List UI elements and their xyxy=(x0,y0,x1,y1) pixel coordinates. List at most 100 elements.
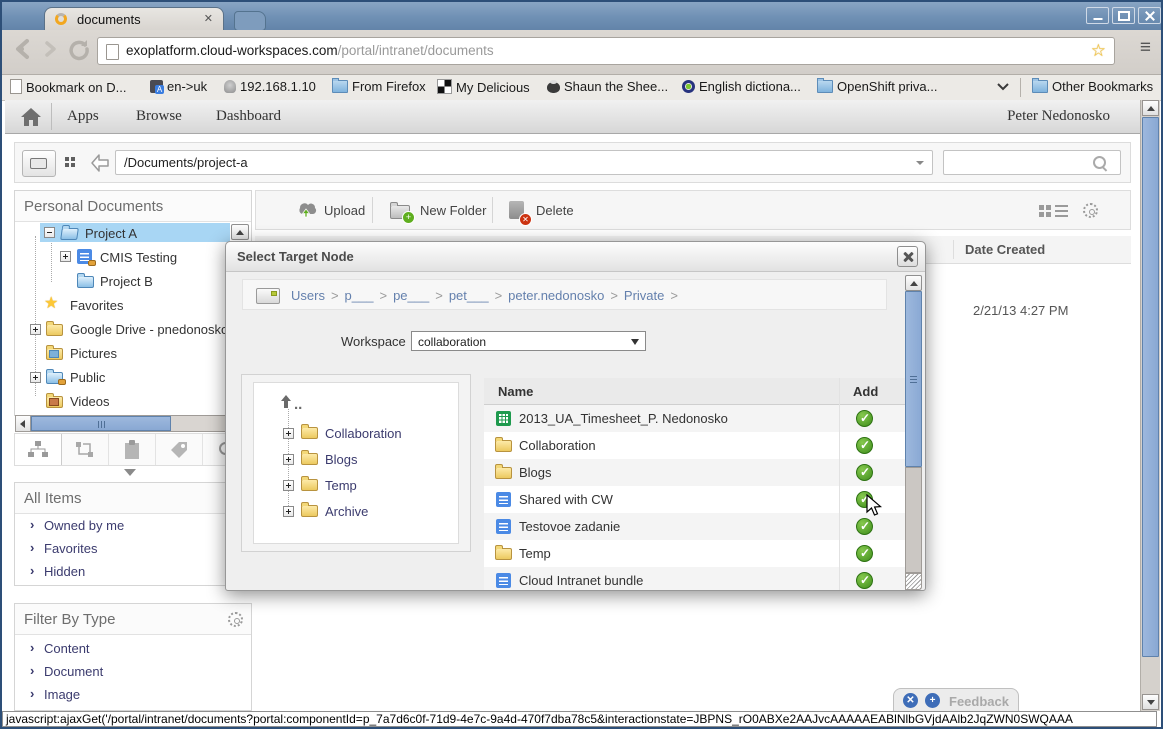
feedback-widget[interactable]: ✕ + Feedback xyxy=(893,688,1019,712)
table-row[interactable]: Cloud Intranet bundle xyxy=(484,567,907,591)
add-check-button[interactable] xyxy=(856,410,873,427)
bookmark-item[interactable]: English dictiona... xyxy=(682,79,801,96)
nav-item-dashboard[interactable]: Dashboard xyxy=(216,108,281,125)
window-close-button[interactable] xyxy=(1138,7,1161,24)
collapse-caret-icon[interactable] xyxy=(124,469,136,482)
back-arrow-icon[interactable] xyxy=(89,152,111,174)
plus-icon[interactable]: + xyxy=(925,693,940,708)
expand-icon[interactable] xyxy=(30,372,41,383)
bookmark-item[interactable]: My Delicious xyxy=(437,79,530,96)
chevron-down-icon[interactable] xyxy=(997,83,1009,91)
table-row[interactable]: Shared with CW xyxy=(484,486,907,513)
panel-header[interactable]: Personal Documents xyxy=(15,191,251,222)
back-button-icon[interactable] xyxy=(10,36,36,62)
bookmark-item[interactable]: From Firefox xyxy=(332,79,426,96)
tree-scroll-up-button[interactable] xyxy=(231,224,249,240)
thumbnail-view-icon[interactable] xyxy=(1039,205,1044,210)
browser-scrollbar[interactable] xyxy=(1140,100,1160,711)
link-image[interactable]: Image xyxy=(44,687,80,702)
view-mode-button[interactable] xyxy=(22,150,56,177)
breadcrumb-private[interactable]: Private xyxy=(624,288,664,303)
chevron-down-icon[interactable] xyxy=(916,161,924,169)
bookmark-item[interactable]: OpenShift priva... xyxy=(817,79,937,96)
breadcrumb-pet[interactable]: pet___ xyxy=(449,288,489,303)
table-row[interactable]: 2013_UA_Timesheet_P. Nedonosko xyxy=(484,405,907,432)
breadcrumb-p[interactable]: p___ xyxy=(345,288,374,303)
expand-icon[interactable] xyxy=(30,324,41,335)
home-button[interactable] xyxy=(13,103,52,130)
menu-hamburger-icon[interactable]: ≡ xyxy=(1140,38,1151,58)
link-hidden[interactable]: Hidden xyxy=(44,564,85,579)
arrow-left-icon[interactable] xyxy=(16,416,31,431)
tab-clipboard[interactable] xyxy=(109,434,156,465)
expand-icon[interactable] xyxy=(283,506,294,517)
path-address-combo[interactable]: /Documents/project-a xyxy=(115,150,933,175)
add-check-button[interactable] xyxy=(856,464,873,481)
expand-icon[interactable] xyxy=(283,454,294,465)
nav-item-apps[interactable]: Apps xyxy=(67,108,99,125)
dialog-titlebar[interactable]: Select Target Node xyxy=(226,242,925,272)
list-view-icon[interactable] xyxy=(1055,205,1068,207)
link-owned-by-me[interactable]: Owned by me xyxy=(44,518,124,533)
scrollbar-thumb[interactable] xyxy=(905,291,922,467)
link-favorites[interactable]: Favorites xyxy=(44,541,97,556)
table-row[interactable]: Testovoe zadanie xyxy=(484,513,907,540)
link-document[interactable]: Document xyxy=(44,664,103,679)
bookmark-star-icon[interactable]: ☆ xyxy=(1091,41,1106,61)
up-level-icon[interactable] xyxy=(280,395,292,409)
add-check-button[interactable] xyxy=(856,518,873,535)
panel-header[interactable]: All Items xyxy=(15,483,251,514)
breadcrumb-users[interactable]: Users xyxy=(291,288,325,303)
gear-icon[interactable] xyxy=(1083,203,1098,218)
nav-item-browse[interactable]: Browse xyxy=(136,108,182,125)
grid-view-icon[interactable] xyxy=(65,157,69,161)
panel-header[interactable]: Filter By Type xyxy=(15,604,251,635)
table-row[interactable]: Collaboration xyxy=(484,432,907,459)
link-content[interactable]: Content xyxy=(44,641,90,656)
dialog-close-button[interactable] xyxy=(897,246,918,267)
reload-button-icon[interactable] xyxy=(66,36,92,62)
gear-icon[interactable] xyxy=(228,612,243,627)
forward-button-icon[interactable] xyxy=(40,36,62,62)
breadcrumb-pe[interactable]: pe___ xyxy=(393,288,429,303)
tree-horizontal-scrollbar[interactable] xyxy=(15,415,237,432)
column-header-date-created[interactable]: Date Created xyxy=(965,242,1045,257)
other-bookmarks[interactable]: Other Bookmarks xyxy=(1032,79,1153,96)
bookmark-item[interactable]: Shaun the Shee... xyxy=(547,79,668,96)
scroll-up-button[interactable] xyxy=(1142,100,1159,116)
scrollbar-thumb[interactable] xyxy=(1142,117,1159,657)
scroll-up-button[interactable] xyxy=(905,275,922,291)
add-check-button[interactable] xyxy=(856,437,873,454)
tab-close-icon[interactable]: ✕ xyxy=(204,12,213,25)
close-icon[interactable]: ✕ xyxy=(903,693,918,708)
dialog-scrollbar[interactable] xyxy=(905,275,922,590)
search-box[interactable] xyxy=(943,150,1121,175)
add-check-button[interactable] xyxy=(856,572,873,589)
search-icon[interactable] xyxy=(1093,156,1106,169)
scrollbar-thumb[interactable] xyxy=(31,416,171,431)
expand-icon[interactable] xyxy=(283,480,294,491)
tab-relations[interactable] xyxy=(62,434,109,465)
table-row[interactable]: Blogs xyxy=(484,459,907,486)
up-level-label[interactable]: .. xyxy=(294,396,302,413)
window-maximize-button[interactable] xyxy=(1112,7,1135,24)
resize-grip[interactable] xyxy=(905,573,922,590)
search-input[interactable] xyxy=(948,153,1097,173)
expand-icon[interactable] xyxy=(60,251,71,262)
new-tab-button[interactable] xyxy=(234,11,266,31)
table-row[interactable]: Temp xyxy=(484,540,907,567)
scrollbar-track[interactable] xyxy=(905,467,922,573)
bookmark-item[interactable]: Bookmark on D... xyxy=(10,79,126,96)
workspace-select[interactable]: collaboration xyxy=(411,331,646,351)
url-bar[interactable]: exoplatform.cloud-workspaces.com/portal/… xyxy=(97,37,1115,65)
add-check-button[interactable] xyxy=(856,545,873,562)
bookmark-item[interactable]: 192.168.1.10 xyxy=(224,79,316,96)
tab-explorer[interactable] xyxy=(15,434,62,465)
collapse-icon[interactable] xyxy=(44,227,55,238)
breadcrumb-peter-nedonosko[interactable]: peter.nedonosko xyxy=(508,288,604,303)
tab-tags[interactable] xyxy=(156,434,203,465)
user-menu[interactable]: Peter Nedonosko xyxy=(1007,108,1110,125)
window-minimize-button[interactable] xyxy=(1086,7,1109,24)
scroll-down-button[interactable] xyxy=(1142,694,1159,710)
bookmark-item[interactable]: en->uk xyxy=(150,79,207,96)
